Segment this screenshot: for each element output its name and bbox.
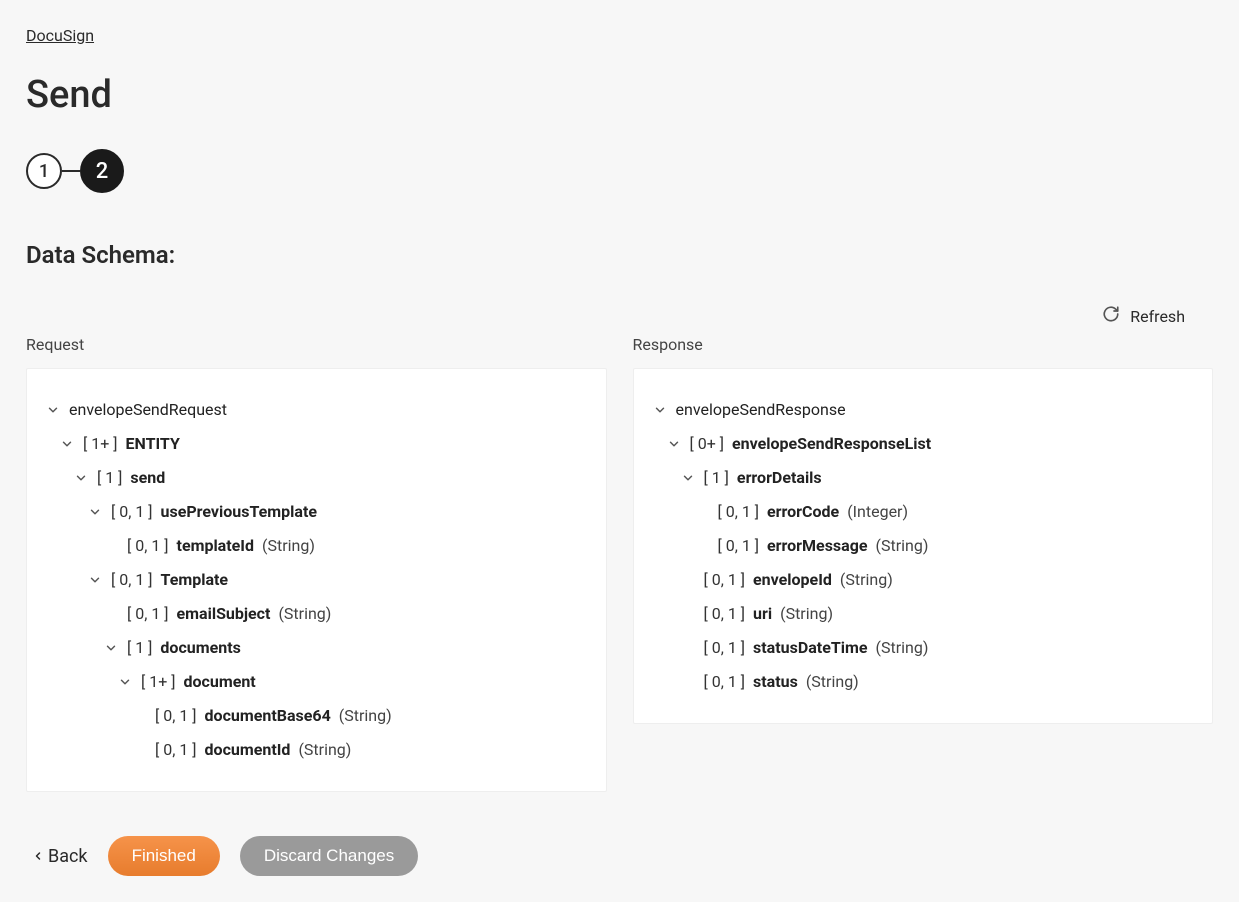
node-name: status [753,670,798,694]
node-type: (String) [780,602,833,626]
chevron-left-icon [32,846,44,867]
tree-node: [ 0, 1 ] emailSubject (String) [43,597,582,631]
back-label: Back [48,846,88,867]
node-name: envelopeSendResponseList [732,432,931,456]
back-button[interactable]: Back [32,846,88,867]
step-1[interactable]: 1 [26,153,62,189]
chevron-down-icon[interactable] [43,400,63,420]
node-name: emailSubject [177,602,271,626]
tree-node: [ 1+ ] ENTITY [43,427,582,461]
node-name: document [184,670,256,694]
node-name: documentBase64 [205,704,331,728]
refresh-icon [1102,305,1120,327]
tree-node: [ 0, 1 ] templateId (String) [43,529,582,563]
tree-node: [ 1 ] documents [43,631,582,665]
node-name: errorDetails [737,466,822,490]
tree-node: envelopeSendResponse [650,393,1189,427]
node-type: (String) [298,738,351,762]
cardinality-label: [ 0, 1 ] [704,636,746,660]
cardinality-label: [ 1 ] [127,636,152,660]
tree-node: [ 0, 1 ] documentId (String) [43,733,582,767]
node-type: (String) [875,636,928,660]
cardinality-label: [ 0, 1 ] [704,670,746,694]
cardinality-label: [ 0, 1 ] [127,602,169,626]
chevron-down-icon[interactable] [664,434,684,454]
tree-node: [ 0, 1 ] usePreviousTemplate [43,495,582,529]
node-name: usePreviousTemplate [161,500,317,524]
node-name: envelopeSendResponse [676,398,846,422]
node-name: ENTITY [126,432,180,456]
chevron-down-icon[interactable] [101,638,121,658]
cardinality-label: [ 1 ] [97,466,122,490]
cardinality-label: [ 0, 1 ] [111,568,153,592]
tree-node: [ 0, 1 ] uri (String) [650,597,1189,631]
tree-node: [ 0+ ] envelopeSendResponseList [650,427,1189,461]
node-type: (Integer) [847,500,908,524]
tree-node: [ 1 ] send [43,461,582,495]
cardinality-label: [ 0+ ] [690,432,725,456]
node-type: (String) [262,534,315,558]
section-title: Data Schema: [26,241,1213,269]
chevron-down-icon[interactable] [85,570,105,590]
node-name: Template [161,568,229,592]
node-name: templateId [177,534,254,558]
footer-actions: Back Finished Discard Changes [26,836,1213,876]
node-type: (String) [840,568,893,592]
cardinality-label: [ 0, 1 ] [718,534,760,558]
tree-node: [ 0, 1 ] status (String) [650,665,1189,699]
chevron-down-icon[interactable] [650,400,670,420]
node-name: documentId [205,738,291,762]
response-schema-panel: envelopeSendResponse [ 0+ ] envelopeSendR… [633,368,1214,724]
tree-node: [ 0, 1 ] Template [43,563,582,597]
cardinality-label: [ 0, 1 ] [155,738,197,762]
node-name: send [130,466,165,490]
tree-node: [ 0, 1 ] errorCode (Integer) [650,495,1189,529]
node-type: (String) [806,670,859,694]
node-name: envelopeSendRequest [69,398,227,422]
node-type: (String) [875,534,928,558]
tree-node: [ 0, 1 ] statusDateTime (String) [650,631,1189,665]
request-schema-panel: envelopeSendRequest[ 1+ ] ENTITY[ 1 ] se… [26,368,607,792]
cardinality-label: [ 0, 1 ] [155,704,197,728]
stepper: 1 2 [26,149,1213,193]
cardinality-label: [ 0, 1 ] [111,500,153,524]
discard-button[interactable]: Discard Changes [240,836,418,876]
tree-node: [ 0, 1 ] documentBase64 (String) [43,699,582,733]
cardinality-label: [ 0, 1 ] [718,500,760,524]
tree-node: envelopeSendRequest [43,393,582,427]
node-name: documents [160,636,240,660]
page-title: Send [26,73,1213,117]
tree-node: [ 0, 1 ] errorMessage (String) [650,529,1189,563]
finished-button[interactable]: Finished [108,836,220,876]
cardinality-label: [ 0, 1 ] [704,568,746,592]
node-name: envelopeId [753,568,832,592]
response-header: Response [633,335,1214,354]
node-type: (String) [339,704,392,728]
refresh-button[interactable]: Refresh [1102,305,1185,327]
step-2[interactable]: 2 [80,149,124,193]
tree-node: [ 1+ ] document [43,665,582,699]
cardinality-label: [ 0, 1 ] [127,534,169,558]
cardinality-label: [ 1+ ] [83,432,118,456]
chevron-down-icon[interactable] [71,468,91,488]
chevron-down-icon[interactable] [115,672,135,692]
chevron-down-icon[interactable] [57,434,77,454]
node-name: errorCode [767,500,839,524]
breadcrumb-link[interactable]: DocuSign [26,26,94,45]
cardinality-label: [ 1 ] [704,466,729,490]
node-name: errorMessage [767,534,867,558]
node-name: uri [753,602,772,626]
tree-node: [ 0, 1 ] envelopeId (String) [650,563,1189,597]
node-type: (String) [278,602,331,626]
chevron-down-icon[interactable] [85,502,105,522]
tree-node: [ 1 ] errorDetails [650,461,1189,495]
step-connector [62,170,80,172]
cardinality-label: [ 1+ ] [141,670,176,694]
request-header: Request [26,335,607,354]
chevron-down-icon[interactable] [678,468,698,488]
refresh-label: Refresh [1130,307,1185,326]
node-name: statusDateTime [753,636,867,660]
cardinality-label: [ 0, 1 ] [704,602,746,626]
